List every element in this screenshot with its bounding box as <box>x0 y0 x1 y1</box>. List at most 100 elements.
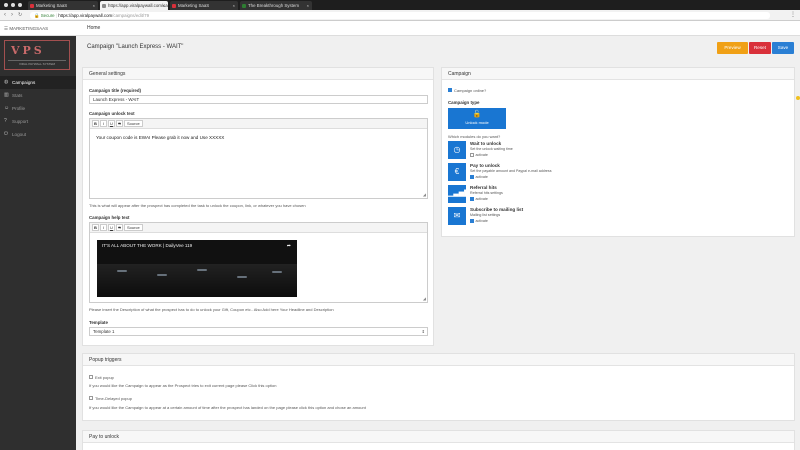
browser-tab-2[interactable]: https://app.viralpaywall.com/ca × <box>100 1 168 10</box>
bold-button[interactable]: B <box>92 224 99 231</box>
template-selected-value: Template 1 <box>93 329 115 334</box>
tab-title: The Breakthrough System <box>248 3 300 8</box>
bar-chart-icon: ▁▃▅▇ <box>448 185 470 203</box>
campaign-online-label: Campaign online? <box>454 88 487 93</box>
resize-handle-icon[interactable]: ◢ <box>423 296 426 301</box>
sidebar-item-logout[interactable]: ⏻ Logout <box>0 128 76 141</box>
unlock-mode-button[interactable]: 🔓 Unlock mode <box>448 108 506 129</box>
source-button[interactable]: Source <box>124 224 143 231</box>
help-text-editor[interactable]: B I U S Source IT'S ALL ABOUT THE WORK |… <box>89 222 428 303</box>
underline-button[interactable]: U <box>108 224 115 231</box>
sidebar-item-stats[interactable]: ▥ Stats <box>0 89 76 102</box>
sidebar-item-support[interactable]: ? Support <box>0 115 76 128</box>
module-title: Subscribe to mailing list <box>470 207 524 212</box>
close-window-icon[interactable] <box>4 3 8 7</box>
activate-label: activate <box>475 219 488 223</box>
modules-question: Which modules do you want? <box>448 134 501 139</box>
activate-checkbox[interactable] <box>470 175 474 179</box>
unlock-text-editor[interactable]: B I U S Source Your coupon code is EWAI … <box>89 118 428 199</box>
unlock-icon: 🔓 <box>472 111 482 118</box>
close-tab-icon[interactable]: × <box>163 1 165 10</box>
save-button[interactable]: Save <box>772 42 794 54</box>
close-tab-icon[interactable]: × <box>233 1 235 10</box>
exit-popup-checkbox[interactable] <box>89 375 93 379</box>
close-tab-icon[interactable]: × <box>93 1 95 10</box>
sidebar-item-label: Support <box>12 119 29 124</box>
envelope-icon: ✉ <box>448 207 466 225</box>
favicon-icon <box>172 3 176 8</box>
share-icon[interactable]: ➦ <box>287 243 291 249</box>
url-input[interactable]: 🔒 Secure | https://app.viralpaywall.com/… <box>30 12 770 19</box>
sidebar-item-profile[interactable]: ☺ Profile <box>0 102 76 115</box>
source-button[interactable]: Source <box>124 120 143 127</box>
activate-label: activate <box>475 153 488 157</box>
sidebar-item-campaigns[interactable]: ◍ Campaigns <box>0 76 76 89</box>
strike-button[interactable]: S <box>116 120 123 127</box>
panel-heading: Pay to unlock <box>83 431 794 443</box>
browser-tab-4[interactable]: The Breakthrough System × <box>240 1 312 10</box>
template-label: Template <box>89 320 108 325</box>
minimize-window-icon[interactable] <box>11 3 15 7</box>
module-activate[interactable]: activate <box>470 219 488 223</box>
unlock-mode-label: Unlock mode <box>465 120 489 125</box>
euro-icon: € <box>448 163 466 181</box>
tab-title: Marketing SaaS <box>178 3 210 8</box>
delayed-popup-checkbox[interactable] <box>89 396 93 400</box>
page-title: Campaign "Launch Express - WAIT" <box>87 44 184 50</box>
module-title: Wait to unlock <box>470 141 502 146</box>
logo-tagline: VIRAL PAYWALL SYSTEM <box>8 60 66 66</box>
app-brand[interactable]: ☰ MARKETINGSAAS <box>4 24 48 33</box>
maximize-window-icon[interactable] <box>18 3 22 7</box>
reset-button[interactable]: Reset <box>749 42 771 54</box>
video-frame <box>97 264 297 297</box>
bold-button[interactable]: B <box>92 120 99 127</box>
delayed-popup-help: If you would like the Campaign to appear… <box>89 405 366 410</box>
back-icon[interactable]: ‹ <box>4 11 6 20</box>
menu-toggle-icon[interactable]: ☰ <box>4 26 8 31</box>
panel-heading: Popup triggers <box>83 354 794 366</box>
activate-checkbox[interactable] <box>470 219 474 223</box>
editor-toolbar: B I U S Source <box>90 119 427 129</box>
activate-checkbox[interactable] <box>470 197 474 201</box>
unlock-text-content[interactable]: Your coupon code is EWAI Please grab it … <box>96 135 224 140</box>
italic-button[interactable]: I <box>100 120 107 127</box>
activate-checkbox[interactable] <box>470 153 474 157</box>
sidebar-nav: ◍ Campaigns ▥ Stats ☺ Profile ? Support … <box>0 76 76 141</box>
activate-label: activate <box>475 175 488 179</box>
resize-handle-icon[interactable]: ◢ <box>423 192 426 197</box>
video-title: IT'S ALL ABOUT THE WORK | DailyVee 119 <box>102 243 193 248</box>
secure-label: Secure <box>40 13 55 18</box>
app-brand-text: MARKETINGSAAS <box>9 26 49 31</box>
sidebar-item-label: Campaigns <box>12 80 36 85</box>
campaign-online-checkbox[interactable] <box>448 88 452 92</box>
video-light <box>237 276 247 278</box>
tab-title: https://app.viralpaywall.com/ca <box>108 3 168 8</box>
embedded-video[interactable]: IT'S ALL ABOUT THE WORK | DailyVee 119 ➦ <box>97 240 297 297</box>
browser-menu-icon[interactable]: ⋮ <box>790 11 796 20</box>
module-wait-to-unlock: ◷ Wait to unlock Set the unlock waiting … <box>448 141 748 161</box>
breadcrumb-home[interactable]: Home <box>87 24 100 33</box>
exit-popup-label: Exit popup <box>95 375 114 380</box>
tab-title: Marketing SaaS <box>36 3 68 8</box>
underline-button[interactable]: U <box>108 120 115 127</box>
editor-toolbar: B I U S Source <box>90 223 427 233</box>
url-path: /campaigns/edit/79 <box>112 13 150 18</box>
module-activate[interactable]: activate <box>470 175 488 179</box>
select-arrows-icon: ⇕ <box>421 329 425 334</box>
template-select[interactable]: Template 1 ⇕ <box>89 327 428 336</box>
campaign-title-input[interactable]: Launch Express - WAIT <box>89 95 428 104</box>
italic-button[interactable]: I <box>100 224 107 231</box>
browser-tab-3[interactable]: Marketing SaaS × <box>170 1 238 10</box>
close-tab-icon[interactable]: × <box>307 1 309 10</box>
module-activate[interactable]: activate <box>470 153 488 157</box>
forward-icon[interactable]: › <box>11 11 13 20</box>
delayed-popup-label: Time-Delayed popup <box>95 396 132 401</box>
preview-button[interactable]: Preview <box>717 42 748 54</box>
browser-tab-1[interactable]: Marketing SaaS × <box>28 1 98 10</box>
reload-icon[interactable]: ↻ <box>18 11 22 20</box>
logo-letters: VPS <box>11 44 45 57</box>
video-light <box>117 270 127 272</box>
strike-button[interactable]: S <box>116 224 123 231</box>
sidebar-logo[interactable]: VPS VIRAL PAYWALL SYSTEM <box>4 40 70 70</box>
module-activate[interactable]: activate <box>470 197 488 201</box>
